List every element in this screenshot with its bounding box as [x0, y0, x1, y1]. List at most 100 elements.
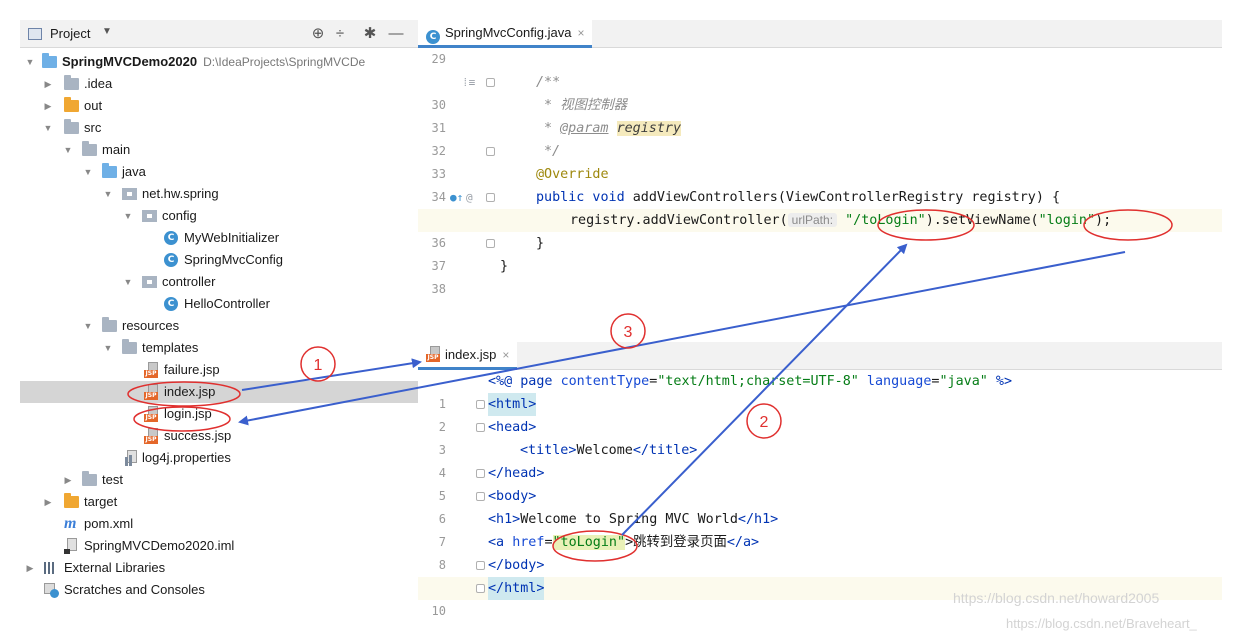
tree-item-scratches[interactable]: Scratches and Consoles — [20, 579, 418, 601]
fold-icon[interactable] — [486, 193, 495, 202]
root-project-path: D:\IdeaProjects\SpringMVCDe — [203, 55, 366, 69]
tree-item-pom[interactable]: m pom.xml — [20, 513, 418, 535]
package-icon — [122, 188, 137, 200]
tree-item-root[interactable]: ▼ SpringMVCDemo2020 D:\IdeaProjects\Sprin… — [20, 51, 418, 73]
tree-item-config[interactable]: ▼ config — [20, 205, 418, 227]
editor-index-jsp[interactable]: JSP index.jsp × 1 <%@ page contentType="te… — [418, 342, 1222, 620]
collapse-icon[interactable]: ÷ — [330, 24, 350, 44]
code-text: </h1> — [737, 512, 779, 527]
tree-item-templates[interactable]: ▼ templates — [20, 337, 418, 359]
tree-item-package[interactable]: ▼ net.hw.spring — [20, 183, 418, 205]
tree-item-out[interactable]: ▶ out — [20, 95, 418, 117]
code-text: "text/html;charset=UTF-8" — [657, 374, 859, 389]
expand-arrow-icon[interactable]: ▶ — [42, 73, 54, 95]
tree-item-main[interactable]: ▼ main — [20, 139, 418, 161]
expand-arrow-icon[interactable]: ▼ — [82, 161, 94, 183]
expand-arrow-icon[interactable]: ▼ — [82, 315, 94, 337]
expand-arrow-icon[interactable]: ▼ — [24, 51, 36, 73]
code-text: ).setViewName( — [925, 213, 1039, 228]
chevron-down-icon[interactable]: ▼ — [102, 26, 112, 37]
watermark: https://blog.csdn.net/howard2005 — [953, 590, 1160, 606]
tree-item-login-jsp[interactable]: JSP login.jsp — [20, 403, 418, 425]
expand-arrow-icon[interactable]: ▼ — [62, 139, 74, 161]
code-text: <a — [488, 535, 513, 550]
tree-item-controller[interactable]: ▼ controller — [20, 271, 418, 293]
close-icon[interactable]: × — [502, 348, 509, 362]
java-class-icon: C — [164, 253, 178, 267]
tree-item-mywebinitializer[interactable]: C MyWebInitializer — [20, 227, 418, 249]
code-text: <h1> — [488, 512, 521, 527]
code-text: @param — [560, 121, 609, 136]
tree-item-springmvcconfig[interactable]: C SpringMvcConfig — [20, 249, 418, 271]
project-folder-icon — [42, 53, 57, 68]
line-number: 10 — [431, 604, 446, 618]
tree-item-idea[interactable]: ▶ .idea — [20, 73, 418, 95]
tree-item-target[interactable]: ▶ target — [20, 491, 418, 513]
expand-arrow-icon[interactable]: ▶ — [42, 491, 54, 513]
fold-icon[interactable] — [476, 423, 485, 432]
tree-item-label: main — [102, 142, 131, 157]
tab-index-jsp[interactable]: JSP index.jsp × — [418, 342, 518, 370]
expand-arrow-icon[interactable]: ▶ — [24, 557, 36, 579]
fold-icon[interactable] — [486, 239, 495, 248]
scratches-icon — [44, 583, 60, 598]
jsp-file-icon: JSP — [144, 362, 159, 378]
fold-icon[interactable] — [476, 584, 485, 593]
code-text: </body> — [488, 558, 545, 573]
tab-label: SpringMvcConfig.java — [445, 25, 572, 40]
tree-item-failure-jsp[interactable]: JSP failure.jsp — [20, 359, 418, 381]
tree-item-iml[interactable]: SpringMVCDemo2020.iml — [20, 535, 418, 557]
editor-tabbar: C SpringMvcConfig.java × — [418, 20, 1222, 48]
minimize-icon[interactable]: — — [386, 24, 406, 44]
expand-arrow-icon[interactable]: ▶ — [62, 469, 74, 491]
expand-arrow-icon[interactable]: ▼ — [122, 205, 134, 227]
tree-item-label: failure.jsp — [164, 362, 220, 377]
fold-icon[interactable] — [476, 469, 485, 478]
tab-springmvcconfig[interactable]: C SpringMvcConfig.java × — [418, 20, 593, 48]
expand-arrow-icon[interactable]: ▶ — [42, 95, 54, 117]
java-class-icon: C — [426, 30, 440, 44]
java-class-icon: C — [164, 297, 178, 311]
expand-arrow-icon[interactable]: ▼ — [42, 117, 54, 139]
gear-icon[interactable]: ✱ — [360, 24, 380, 44]
editor-springmvcconfig[interactable]: C SpringMvcConfig.java × 29 30 ⁞≡ /** 31 *… — [418, 20, 1222, 340]
tree-item-success-jsp[interactable]: JSP success.jsp — [20, 425, 418, 447]
tree-item-external-libraries[interactable]: ▶ External Libraries — [20, 557, 418, 579]
tree-item-resources[interactable]: ▼ resources — [20, 315, 418, 337]
override-icon[interactable]: ●↑ — [450, 186, 463, 209]
tree-item-label: src — [84, 120, 102, 135]
expand-arrow-icon[interactable]: ▼ — [122, 271, 134, 293]
tree-item-hellocontroller[interactable]: C HelloController — [20, 293, 418, 315]
tree-item-label: out — [84, 98, 103, 113]
package-icon — [142, 276, 157, 288]
code-text: "toLogin" — [552, 535, 626, 550]
tree-item-index-jsp[interactable]: JSP index.jsp — [20, 381, 418, 403]
folder-icon — [82, 141, 97, 156]
fold-icon[interactable] — [486, 147, 495, 156]
fold-icon[interactable] — [476, 561, 485, 570]
folder-icon — [64, 97, 79, 112]
tree-item-src[interactable]: ▼ src — [20, 117, 418, 139]
tree-item-label: MyWebInitializer — [184, 230, 280, 245]
implemented-icon[interactable]: ⁞≡ — [462, 71, 475, 94]
crosshair-icon[interactable]: ⊕ — [308, 24, 328, 44]
java-class-icon: C — [164, 231, 178, 245]
fold-icon[interactable] — [486, 78, 495, 87]
properties-file-icon — [124, 450, 138, 466]
code-text: href — [512, 535, 545, 550]
expand-arrow-icon[interactable]: ▼ — [102, 337, 114, 359]
close-icon[interactable]: × — [577, 26, 584, 40]
code-text: @Override — [536, 167, 609, 182]
module-file-icon — [64, 538, 78, 554]
tree-item-java[interactable]: ▼ java — [20, 161, 418, 183]
project-view-selector[interactable]: Project — [50, 26, 90, 41]
code-text: contentType — [560, 374, 650, 389]
tree-item-label: templates — [142, 340, 199, 355]
tree-item-log4j[interactable]: log4j.properties — [20, 447, 418, 469]
tree-item-test[interactable]: ▶ test — [20, 469, 418, 491]
tree-item-label: Scratches and Consoles — [64, 582, 205, 597]
fold-icon[interactable] — [476, 492, 485, 501]
fold-icon[interactable] — [476, 400, 485, 409]
expand-arrow-icon[interactable]: ▼ — [102, 183, 114, 205]
tree-item-label: success.jsp — [164, 428, 232, 443]
